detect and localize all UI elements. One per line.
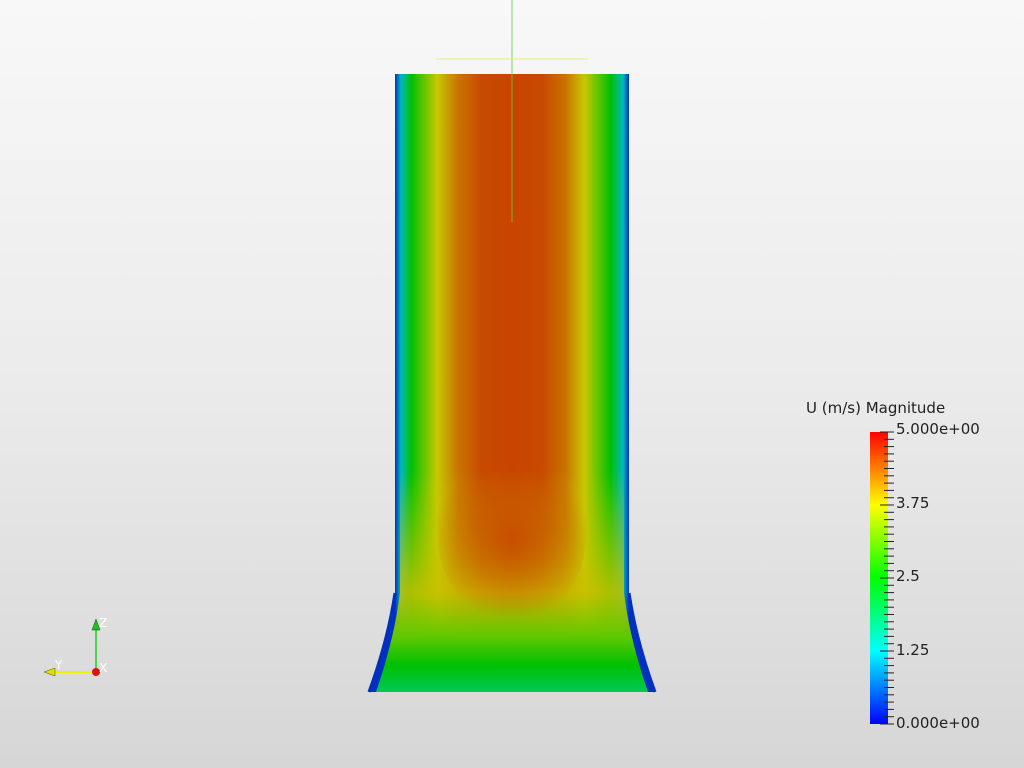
y-axis-arrow-icon (43, 667, 56, 677)
colorbar-label-min: 0.000e+00 (896, 714, 980, 732)
z-axis-label: Z (99, 616, 108, 630)
colorbar-label: 1.25 (896, 641, 930, 659)
orientation-axes (43, 618, 101, 677)
colorbar-label-max: 5.000e+00 (896, 420, 980, 438)
colorbar-title: U (m/s) Magnitude (806, 399, 946, 417)
x-axis-label: X (99, 661, 108, 675)
colorbar-label: 2.5 (896, 567, 920, 585)
y-axis-label: Y (55, 658, 63, 672)
colorbar (870, 431, 894, 725)
render-view[interactable] (0, 0, 1024, 768)
colorbar-label: 3.75 (896, 494, 930, 512)
